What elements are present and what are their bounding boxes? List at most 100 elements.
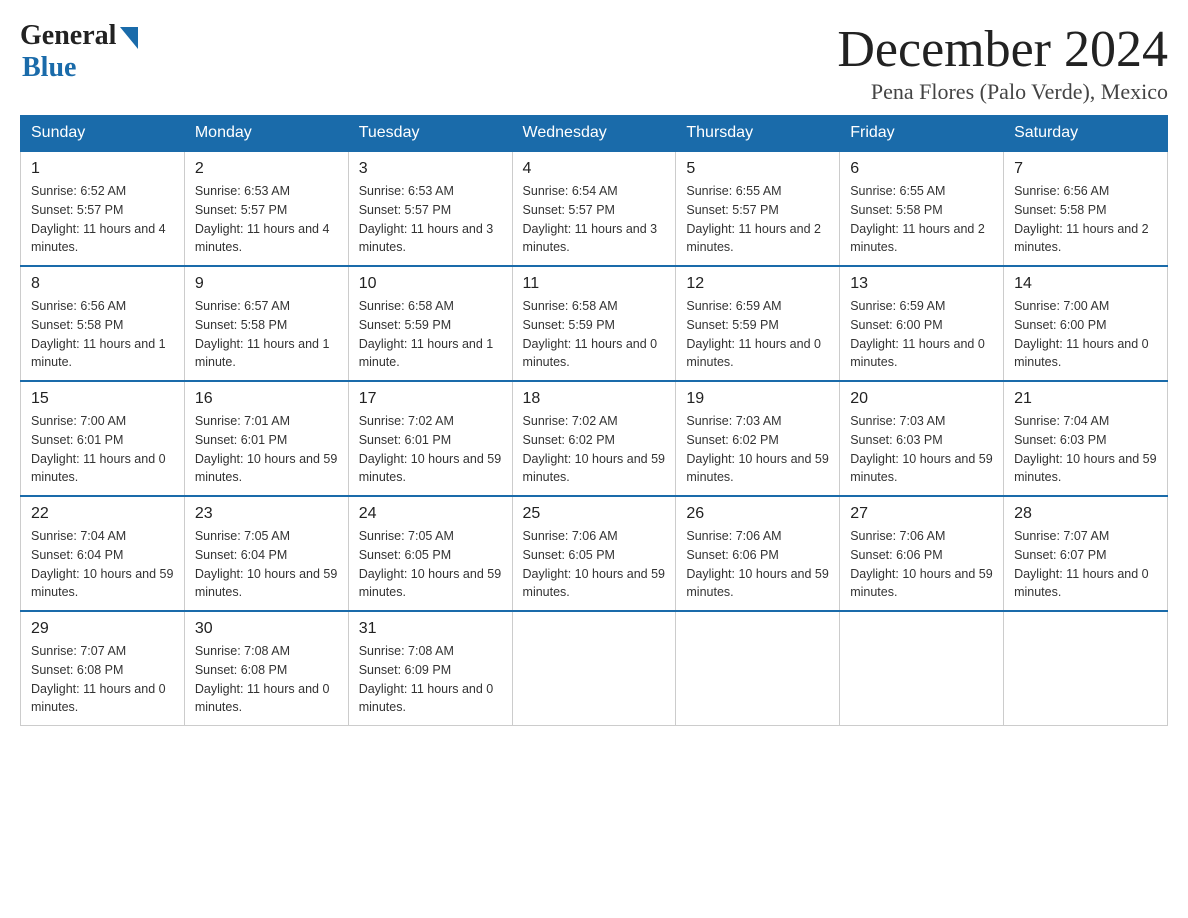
day-info: Sunrise: 6:55 AM Sunset: 5:57 PM Dayligh…	[686, 182, 829, 257]
week-row-4: 22 Sunrise: 7:04 AM Sunset: 6:04 PM Dayl…	[21, 496, 1168, 611]
day-number: 8	[31, 275, 174, 293]
page-header: General Blue December 2024 Pena Flores (…	[20, 20, 1168, 105]
table-row: 6 Sunrise: 6:55 AM Sunset: 5:58 PM Dayli…	[840, 151, 1004, 266]
day-number: 3	[359, 160, 502, 178]
day-number: 19	[686, 390, 829, 408]
day-number: 7	[1014, 160, 1157, 178]
day-info: Sunrise: 6:53 AM Sunset: 5:57 PM Dayligh…	[359, 182, 502, 257]
table-row: 29 Sunrise: 7:07 AM Sunset: 6:08 PM Dayl…	[21, 611, 185, 726]
day-info: Sunrise: 6:59 AM Sunset: 6:00 PM Dayligh…	[850, 297, 993, 372]
col-friday: Friday	[840, 116, 1004, 152]
table-row: 17 Sunrise: 7:02 AM Sunset: 6:01 PM Dayl…	[348, 381, 512, 496]
day-info: Sunrise: 6:55 AM Sunset: 5:58 PM Dayligh…	[850, 182, 993, 257]
day-number: 14	[1014, 275, 1157, 293]
day-number: 29	[31, 620, 174, 638]
day-info: Sunrise: 7:03 AM Sunset: 6:02 PM Dayligh…	[686, 412, 829, 487]
table-row	[1004, 611, 1168, 726]
day-number: 18	[523, 390, 666, 408]
day-info: Sunrise: 7:05 AM Sunset: 6:04 PM Dayligh…	[195, 527, 338, 602]
day-info: Sunrise: 6:59 AM Sunset: 5:59 PM Dayligh…	[686, 297, 829, 372]
table-row: 31 Sunrise: 7:08 AM Sunset: 6:09 PM Dayl…	[348, 611, 512, 726]
day-number: 4	[523, 160, 666, 178]
day-number: 10	[359, 275, 502, 293]
table-row: 14 Sunrise: 7:00 AM Sunset: 6:00 PM Dayl…	[1004, 266, 1168, 381]
table-row: 25 Sunrise: 7:06 AM Sunset: 6:05 PM Dayl…	[512, 496, 676, 611]
table-row: 26 Sunrise: 7:06 AM Sunset: 6:06 PM Dayl…	[676, 496, 840, 611]
logo-arrow-icon	[120, 27, 138, 49]
table-row: 10 Sunrise: 6:58 AM Sunset: 5:59 PM Dayl…	[348, 266, 512, 381]
day-number: 31	[359, 620, 502, 638]
day-info: Sunrise: 7:07 AM Sunset: 6:07 PM Dayligh…	[1014, 527, 1157, 602]
day-info: Sunrise: 6:52 AM Sunset: 5:57 PM Dayligh…	[31, 182, 174, 257]
table-row: 23 Sunrise: 7:05 AM Sunset: 6:04 PM Dayl…	[184, 496, 348, 611]
col-saturday: Saturday	[1004, 116, 1168, 152]
day-number: 13	[850, 275, 993, 293]
table-row: 16 Sunrise: 7:01 AM Sunset: 6:01 PM Dayl…	[184, 381, 348, 496]
day-info: Sunrise: 7:04 AM Sunset: 6:04 PM Dayligh…	[31, 527, 174, 602]
day-number: 11	[523, 275, 666, 293]
table-row: 8 Sunrise: 6:56 AM Sunset: 5:58 PM Dayli…	[21, 266, 185, 381]
table-row: 4 Sunrise: 6:54 AM Sunset: 5:57 PM Dayli…	[512, 151, 676, 266]
day-info: Sunrise: 6:57 AM Sunset: 5:58 PM Dayligh…	[195, 297, 338, 372]
day-number: 1	[31, 160, 174, 178]
table-row: 5 Sunrise: 6:55 AM Sunset: 5:57 PM Dayli…	[676, 151, 840, 266]
day-info: Sunrise: 7:06 AM Sunset: 6:06 PM Dayligh…	[850, 527, 993, 602]
day-info: Sunrise: 7:03 AM Sunset: 6:03 PM Dayligh…	[850, 412, 993, 487]
col-sunday: Sunday	[21, 116, 185, 152]
table-row: 7 Sunrise: 6:56 AM Sunset: 5:58 PM Dayli…	[1004, 151, 1168, 266]
day-number: 30	[195, 620, 338, 638]
table-row: 9 Sunrise: 6:57 AM Sunset: 5:58 PM Dayli…	[184, 266, 348, 381]
col-tuesday: Tuesday	[348, 116, 512, 152]
table-row: 30 Sunrise: 7:08 AM Sunset: 6:08 PM Dayl…	[184, 611, 348, 726]
logo-general-text: General	[20, 20, 116, 52]
table-row: 19 Sunrise: 7:03 AM Sunset: 6:02 PM Dayl…	[676, 381, 840, 496]
table-row: 20 Sunrise: 7:03 AM Sunset: 6:03 PM Dayl…	[840, 381, 1004, 496]
table-row: 22 Sunrise: 7:04 AM Sunset: 6:04 PM Dayl…	[21, 496, 185, 611]
day-number: 15	[31, 390, 174, 408]
day-number: 5	[686, 160, 829, 178]
day-info: Sunrise: 7:02 AM Sunset: 6:02 PM Dayligh…	[523, 412, 666, 487]
day-number: 22	[31, 505, 174, 523]
day-number: 25	[523, 505, 666, 523]
day-info: Sunrise: 7:00 AM Sunset: 6:01 PM Dayligh…	[31, 412, 174, 487]
day-number: 21	[1014, 390, 1157, 408]
day-number: 20	[850, 390, 993, 408]
header-row: Sunday Monday Tuesday Wednesday Thursday…	[21, 116, 1168, 152]
table-row: 11 Sunrise: 6:58 AM Sunset: 5:59 PM Dayl…	[512, 266, 676, 381]
table-row: 21 Sunrise: 7:04 AM Sunset: 6:03 PM Dayl…	[1004, 381, 1168, 496]
day-number: 12	[686, 275, 829, 293]
week-row-2: 8 Sunrise: 6:56 AM Sunset: 5:58 PM Dayli…	[21, 266, 1168, 381]
table-row: 3 Sunrise: 6:53 AM Sunset: 5:57 PM Dayli…	[348, 151, 512, 266]
col-thursday: Thursday	[676, 116, 840, 152]
day-info: Sunrise: 6:56 AM Sunset: 5:58 PM Dayligh…	[31, 297, 174, 372]
day-number: 24	[359, 505, 502, 523]
day-number: 26	[686, 505, 829, 523]
day-info: Sunrise: 7:08 AM Sunset: 6:08 PM Dayligh…	[195, 642, 338, 717]
day-info: Sunrise: 7:08 AM Sunset: 6:09 PM Dayligh…	[359, 642, 502, 717]
table-row	[840, 611, 1004, 726]
day-number: 2	[195, 160, 338, 178]
week-row-5: 29 Sunrise: 7:07 AM Sunset: 6:08 PM Dayl…	[21, 611, 1168, 726]
month-title: December 2024	[837, 20, 1168, 79]
calendar-table: Sunday Monday Tuesday Wednesday Thursday…	[20, 115, 1168, 726]
col-wednesday: Wednesday	[512, 116, 676, 152]
day-info: Sunrise: 7:01 AM Sunset: 6:01 PM Dayligh…	[195, 412, 338, 487]
location-subtitle: Pena Flores (Palo Verde), Mexico	[837, 79, 1168, 105]
day-info: Sunrise: 7:02 AM Sunset: 6:01 PM Dayligh…	[359, 412, 502, 487]
day-info: Sunrise: 6:58 AM Sunset: 5:59 PM Dayligh…	[359, 297, 502, 372]
day-number: 9	[195, 275, 338, 293]
day-number: 17	[359, 390, 502, 408]
day-info: Sunrise: 7:06 AM Sunset: 6:06 PM Dayligh…	[686, 527, 829, 602]
day-info: Sunrise: 6:54 AM Sunset: 5:57 PM Dayligh…	[523, 182, 666, 257]
table-row: 1 Sunrise: 6:52 AM Sunset: 5:57 PM Dayli…	[21, 151, 185, 266]
logo-blue-text: Blue	[22, 52, 76, 84]
day-info: Sunrise: 7:00 AM Sunset: 6:00 PM Dayligh…	[1014, 297, 1157, 372]
table-row: 12 Sunrise: 6:59 AM Sunset: 5:59 PM Dayl…	[676, 266, 840, 381]
table-row: 15 Sunrise: 7:00 AM Sunset: 6:01 PM Dayl…	[21, 381, 185, 496]
day-info: Sunrise: 7:06 AM Sunset: 6:05 PM Dayligh…	[523, 527, 666, 602]
day-info: Sunrise: 7:07 AM Sunset: 6:08 PM Dayligh…	[31, 642, 174, 717]
day-info: Sunrise: 6:56 AM Sunset: 5:58 PM Dayligh…	[1014, 182, 1157, 257]
day-number: 28	[1014, 505, 1157, 523]
day-number: 16	[195, 390, 338, 408]
logo: General Blue	[20, 20, 138, 84]
